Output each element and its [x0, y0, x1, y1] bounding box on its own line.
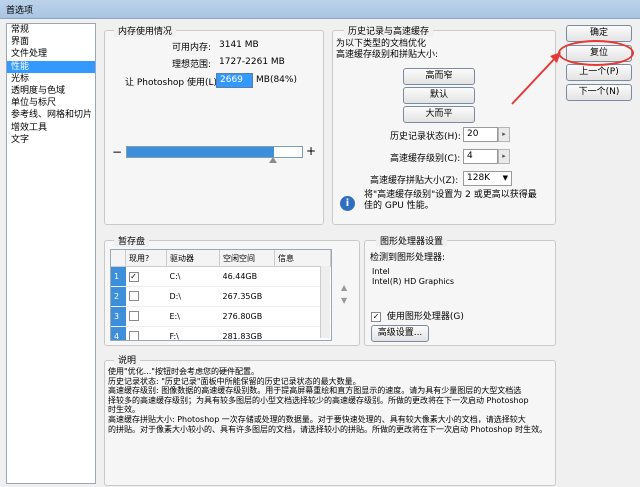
- cache-levels-input[interactable]: 4: [463, 149, 498, 164]
- description-text: 使用"优化..."按钮时会考虑您的硬件配置。 历史记录状态: "历史记录"面板中所…: [108, 367, 548, 434]
- description-line: 高速缓存级别: 图像数据的高速缓存级别数。用于提高屏幕重绘和直方图显示的速度。请…: [108, 386, 522, 396]
- window-titlebar: 首选项: [0, 0, 640, 19]
- sidebar-item[interactable]: 文件处理: [7, 48, 95, 60]
- available-memory-value: 3141 MB: [219, 40, 259, 50]
- move-down-icon[interactable]: ▼: [341, 296, 347, 305]
- scratch-disks-table[interactable]: 现用? 驱动器 空闲空间 信息 1 ✓ C:\ 46.44GB 2 D:\ 267.35GB…: [110, 249, 332, 341]
- next-button[interactable]: 下一个(N): [566, 84, 632, 101]
- description-line: 使用"优化..."按钮时会考虑您的硬件配置。: [108, 367, 259, 376]
- use-gpu-label: 使用图形处理器(G): [386, 312, 464, 322]
- sidebar-item[interactable]: 参考线、网格和切片: [7, 109, 95, 121]
- history-cache-title: 历史记录与高速缓存: [344, 24, 434, 37]
- memory-slider-minus-icon: −: [112, 145, 123, 159]
- photoshop-usage-input[interactable]: 2669: [216, 73, 253, 88]
- table-row[interactable]: 2 D:\ 267.35GB: [111, 286, 331, 307]
- chevron-down-icon: ▼: [502, 174, 508, 182]
- free-space-cell: 281.83GB: [219, 326, 275, 340]
- gpu-detected-label: 检测到图形处理器:: [370, 253, 446, 263]
- table-row[interactable]: 1 ✓ C:\ 46.44GB: [111, 266, 331, 287]
- row-index: 3: [111, 306, 126, 327]
- memory-slider-plus-icon: +: [306, 144, 317, 158]
- cache-tile-size-label: 高速缓存拼贴大小(Z):: [370, 176, 459, 186]
- memory-usage-title: 内存使用情况: [114, 24, 177, 37]
- move-up-icon[interactable]: ▲: [341, 283, 347, 292]
- active-checkbox[interactable]: [128, 310, 139, 321]
- info-icon: i: [340, 196, 355, 211]
- sidebar-item[interactable]: 常规: [7, 24, 95, 36]
- sidebar-item[interactable]: 文字: [7, 134, 95, 146]
- sidebar-item[interactable]: 光标: [7, 73, 95, 85]
- optimize-big-button[interactable]: 大而平: [403, 106, 475, 123]
- gpu-vendor: Intel: [372, 267, 390, 276]
- sidebar-item[interactable]: 透明度与色域: [7, 85, 95, 97]
- sidebar-item[interactable]: 增效工具: [7, 122, 95, 134]
- photoshop-usage-percent: MB(84%): [256, 75, 297, 85]
- optimize-default-button[interactable]: 默认: [403, 87, 475, 104]
- description-line: 历史记录状态: "历史记录"面板中所能保留的历史记录状态的最大数量。: [108, 376, 361, 386]
- use-gpu-check-icon: ✓: [371, 312, 381, 322]
- ideal-range-label: 理想范围:: [172, 60, 212, 70]
- cache-tile-size-select[interactable]: 128K ▼: [463, 171, 512, 186]
- col-info: 信息: [274, 250, 331, 267]
- use-gpu-checkbox[interactable]: ✓ 使用图形处理器(G): [371, 309, 464, 322]
- history-states-input[interactable]: 20: [463, 127, 498, 142]
- table-row[interactable]: 3 E:\ 276.80GB: [111, 306, 331, 327]
- gpu-advanced-button[interactable]: 高级设置...: [371, 325, 429, 342]
- gpu-cache-hint: 将"高速缓存级别"设置为 2 或更高以获得最佳的 GPU 性能。: [364, 190, 537, 211]
- row-index: 2: [111, 286, 126, 307]
- annotation-ellipse: [558, 40, 634, 66]
- previous-button[interactable]: 上一个(P): [566, 64, 632, 81]
- gpu-model: Intel(R) HD Graphics: [372, 277, 455, 286]
- preferences-category-list[interactable]: 常规 界面 文件处理 性能 光标 透明度与色域 单位与标尺 参考线、网格和切片 增效工具 文字: [6, 23, 96, 484]
- active-checkbox[interactable]: [128, 290, 139, 301]
- description-line: 高速缓存拼贴大小: Photoshop 一次存储或处理的数据量。对于要快速处理的…: [108, 414, 526, 424]
- cache-levels-value: 4: [467, 151, 473, 161]
- free-space-cell: 267.35GB: [219, 286, 275, 307]
- gpu-settings-title: 图形处理器设置: [376, 234, 448, 247]
- table-row[interactable]: 4 F:\ 281.83GB: [111, 326, 331, 340]
- history-description: 为以下类型的文档优化 高速缓存级别和拼贴大小:: [336, 39, 439, 60]
- memory-usage-group: [104, 30, 324, 225]
- annotation-arrow-icon: [511, 52, 561, 105]
- active-checkbox[interactable]: [128, 330, 139, 340]
- history-states-label: 历史记录状态(H):: [390, 132, 461, 142]
- drive-cell: F:\: [166, 326, 220, 340]
- free-space-cell: 276.80GB: [219, 306, 275, 327]
- photoshop-usage-label: 让 Photoshop 使用(L):: [125, 78, 221, 88]
- description-title: 说明: [114, 353, 141, 366]
- memory-slider-thumb[interactable]: [269, 157, 277, 163]
- window-title: 首选项: [6, 6, 34, 16]
- drive-cell: C:\: [166, 266, 220, 287]
- cache-levels-dropdown-icon[interactable]: ▸: [498, 149, 510, 164]
- drive-cell: E:\: [166, 306, 220, 327]
- col-free: 空闲空间: [219, 250, 275, 267]
- available-memory-label: 可用内存:: [172, 43, 212, 53]
- row-index: 1: [111, 266, 126, 287]
- sidebar-item[interactable]: 单位与标尺: [7, 97, 95, 109]
- description-line: 的拼贴。对于像素大小较小的、具有许多图层的文档，请选择较小的拼贴。所做的更改将在…: [108, 424, 548, 434]
- cache-tile-size-value: 128K: [467, 173, 491, 183]
- photoshop-usage-value: 2669: [220, 75, 243, 85]
- cache-levels-label: 高速缓存级别(C):: [390, 154, 461, 164]
- ideal-range-value: 1727-2261 MB: [219, 57, 285, 67]
- free-space-cell: 46.44GB: [219, 266, 275, 287]
- history-states-dropdown-icon[interactable]: ▸: [498, 127, 510, 142]
- memory-slider-fill: [127, 147, 274, 157]
- drive-cell: D:\: [166, 286, 220, 307]
- sidebar-item[interactable]: 性能: [7, 60, 95, 73]
- scratch-disks-title: 暂存盘: [114, 234, 150, 247]
- row-index: 4: [111, 326, 126, 340]
- active-checkbox[interactable]: ✓: [128, 271, 139, 282]
- description-line: 择较多的高速缓存级别；为具有较多图层的小型文档选择较少的高速缓存级别。所做的更改…: [108, 395, 529, 405]
- description-line: 时生效。: [108, 405, 140, 415]
- history-states-value: 20: [467, 129, 479, 139]
- optimize-tall-button[interactable]: 高而窄: [403, 68, 475, 85]
- col-drive: 驱动器: [166, 250, 220, 267]
- scratch-scrollbar[interactable]: [320, 266, 330, 338]
- col-active: 现用?: [125, 250, 167, 267]
- sidebar-item[interactable]: 界面: [7, 36, 95, 48]
